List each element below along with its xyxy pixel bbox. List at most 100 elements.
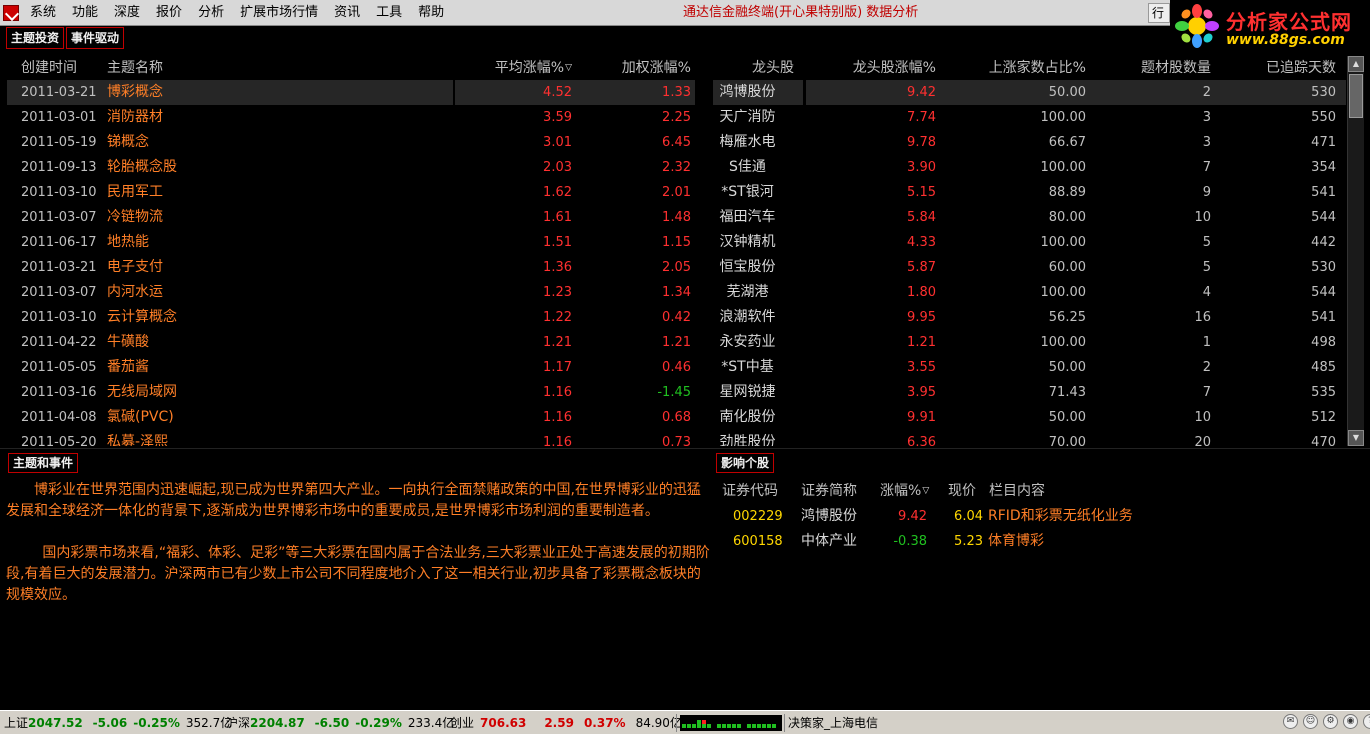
cell-theme-name[interactable]: 内河水运 bbox=[107, 280, 163, 305]
scroll-thumb[interactable] bbox=[1349, 74, 1363, 118]
table-row[interactable]: 2011-04-08 氯碱(PVC) 1.16 0.68 南化股份 9.91 50.00 10… bbox=[0, 405, 1346, 430]
col-header-up-ratio[interactable]: 上涨家数占比% bbox=[989, 56, 1086, 80]
table-scrollbar[interactable]: ▲ ▼ bbox=[1347, 56, 1364, 446]
app-logo-icon[interactable] bbox=[3, 5, 19, 21]
stock-name[interactable]: 中体产业 bbox=[801, 529, 857, 554]
col-header-leader-pct[interactable]: 龙头股涨幅% bbox=[853, 56, 936, 80]
cell-theme-name[interactable]: 氯碱(PVC) bbox=[107, 405, 174, 430]
col-header-date[interactable]: 创建时间 bbox=[21, 56, 77, 80]
table-row[interactable]: 2011-05-05 番茄酱 1.17 0.46 *ST中基 3.55 50.00 2 485 bbox=[0, 355, 1346, 380]
cell-leader-stock[interactable]: 星网锐捷 bbox=[700, 380, 795, 405]
menu-news[interactable]: 资讯 bbox=[326, 0, 368, 26]
stock-col-topic[interactable]: 栏目内容 bbox=[989, 480, 1045, 502]
cell-avg-pct: 1.62 bbox=[543, 185, 572, 200]
smile-icon[interactable]: ☺ bbox=[1303, 714, 1318, 729]
scroll-down-icon[interactable]: ▼ bbox=[1348, 430, 1364, 446]
cell-theme-name[interactable]: 无线局域网 bbox=[107, 380, 177, 405]
col-header-wgt[interactable]: 加权涨幅% bbox=[622, 56, 691, 80]
connection-icon[interactable]: ◉ bbox=[1343, 714, 1358, 729]
menu-ext-market[interactable]: 扩展市场行情 bbox=[232, 0, 326, 26]
table-row[interactable]: 2011-03-07 冷链物流 1.61 1.48 福田汽车 5.84 80.00 10 544 bbox=[0, 205, 1346, 230]
menu-tools[interactable]: 工具 bbox=[368, 0, 410, 26]
cell-leader-stock[interactable]: 永安药业 bbox=[700, 330, 795, 355]
cell-theme-name[interactable]: 电子支付 bbox=[107, 255, 163, 280]
cell-leader-stock[interactable]: *ST银河 bbox=[700, 180, 795, 205]
stock-col-price[interactable]: 现价 bbox=[948, 480, 976, 502]
menu-quote[interactable]: 报价 bbox=[148, 0, 190, 26]
table-row[interactable]: 2011-09-13 轮胎概念股 2.03 2.32 S佳通 3.90 100.00 7 354 bbox=[0, 155, 1346, 180]
table-row[interactable]: 2011-06-17 地热能 1.51 1.15 汉钟精机 4.33 100.00 5 442 bbox=[0, 230, 1346, 255]
stock-col-name[interactable]: 证券简称 bbox=[801, 480, 857, 502]
stock-col-code[interactable]: 证券代码 bbox=[722, 480, 778, 502]
cell-date: 2011-03-21 bbox=[21, 85, 97, 100]
cell-leader-stock[interactable]: 芜湖港 bbox=[700, 280, 795, 305]
table-row[interactable]: 2011-05-19 锑概念 3.01 6.45 梅雁水电 9.78 66.67 3 471 bbox=[0, 130, 1346, 155]
table-row[interactable]: 2011-03-21 电子支付 1.36 2.05 恒宝股份 5.87 60.00 5 530 bbox=[0, 255, 1346, 280]
tab-theme-and-event[interactable]: 主题和事件 bbox=[8, 453, 79, 473]
tab-theme-investment[interactable]: 主题投资 bbox=[6, 27, 65, 49]
index-hushen[interactable]: 沪深2204.87 -6.50 -0.29% 233.4亿 bbox=[226, 711, 460, 734]
table-row[interactable]: 2011-05-20 私募-泽熙 1.16 0.73 劲胜股份 6.36 70.00 20 47… bbox=[0, 430, 1346, 446]
stock-row[interactable]: 002229 鸿博股份 9.42 6.04 RFID和彩票无纸化业务 bbox=[715, 504, 1355, 529]
cell-tracked-days: 471 bbox=[1311, 135, 1336, 150]
cell-theme-name[interactable]: 锑概念 bbox=[107, 130, 149, 155]
cell-weighted-pct: 1.33 bbox=[662, 85, 691, 100]
cell-weighted-pct: 1.15 bbox=[662, 235, 691, 250]
sort-desc-icon: ▽ bbox=[565, 63, 572, 73]
cell-leader-stock[interactable]: 福田汽车 bbox=[700, 205, 795, 230]
cell-leader-stock[interactable]: 梅雁水电 bbox=[700, 130, 795, 155]
cell-leader-stock[interactable]: 天广消防 bbox=[700, 105, 795, 130]
table-row[interactable]: 2011-03-10 云计算概念 1.22 0.42 浪潮软件 9.95 56.25 16 54… bbox=[0, 305, 1346, 330]
tab-affected-stocks[interactable]: 影响个股 bbox=[716, 453, 775, 473]
cell-theme-name[interactable]: 轮胎概念股 bbox=[107, 155, 177, 180]
col-header-theme[interactable]: 主题名称 bbox=[107, 56, 163, 80]
cell-theme-name[interactable]: 博彩概念 bbox=[107, 80, 163, 105]
menu-help[interactable]: 帮助 bbox=[410, 0, 452, 26]
cell-stock-count: 10 bbox=[1194, 210, 1211, 225]
menu-system[interactable]: 系统 bbox=[22, 0, 64, 26]
settings-icon[interactable]: ⚙ bbox=[1323, 714, 1338, 729]
cell-theme-name[interactable]: 民用军工 bbox=[107, 180, 163, 205]
market-selector[interactable]: 行 bbox=[1148, 3, 1170, 23]
stock-row[interactable]: 600158 中体产业 -0.38 5.23 体育博彩 bbox=[715, 529, 1355, 554]
stock-col-pct[interactable]: 涨幅%▽ bbox=[880, 480, 929, 502]
menu-analysis[interactable]: 分析 bbox=[190, 0, 232, 26]
cell-tracked-days: 470 bbox=[1311, 435, 1336, 446]
scroll-up-icon[interactable]: ▲ bbox=[1348, 56, 1364, 72]
help-icon[interactable]: ? bbox=[1363, 714, 1370, 729]
cell-theme-name[interactable]: 私募-泽熙 bbox=[107, 430, 168, 446]
server-name[interactable]: 决策家_上海电信 bbox=[788, 711, 878, 734]
cell-theme-name[interactable]: 云计算概念 bbox=[107, 305, 177, 330]
notification-icon[interactable]: ✉ bbox=[1283, 714, 1298, 729]
index-chinext[interactable]: 创业 706.63 2.59 0.37% 84.90亿 bbox=[450, 711, 688, 734]
cell-theme-name[interactable]: 消防器材 bbox=[107, 105, 163, 130]
table-row[interactable]: 2011-03-16 无线局域网 1.16 -1.45 星网锐捷 3.95 71.43 7 53… bbox=[0, 380, 1346, 405]
table-row[interactable]: 2011-03-01 消防器材 3.59 2.25 天广消防 7.74 100.00 3 550 bbox=[0, 105, 1346, 130]
cell-leader-stock[interactable]: 汉钟精机 bbox=[700, 230, 795, 255]
cell-leader-stock[interactable]: 浪潮软件 bbox=[700, 305, 795, 330]
stock-name[interactable]: 鸿博股份 bbox=[801, 504, 857, 529]
table-row[interactable]: 2011-03-21 博彩概念 4.52 1.33 鸿博股份 9.42 50.00 2 530 bbox=[0, 80, 1346, 105]
menu-function[interactable]: 功能 bbox=[64, 0, 106, 26]
cell-leader-stock[interactable]: *ST中基 bbox=[700, 355, 795, 380]
col-header-tracked-days[interactable]: 已追踪天数 bbox=[1266, 56, 1336, 80]
cell-theme-name[interactable]: 牛磺酸 bbox=[107, 330, 149, 355]
cell-leader-stock[interactable]: 劲胜股份 bbox=[700, 430, 795, 446]
cell-theme-name[interactable]: 冷链物流 bbox=[107, 205, 163, 230]
cell-leader-stock[interactable]: 鸿博股份 bbox=[700, 80, 795, 105]
tab-event-driven[interactable]: 事件驱动 bbox=[66, 27, 125, 49]
cell-leader-stock[interactable]: 恒宝股份 bbox=[700, 255, 795, 280]
cell-theme-name[interactable]: 地热能 bbox=[107, 230, 149, 255]
menu-depth[interactable]: 深度 bbox=[106, 0, 148, 26]
cell-theme-name[interactable]: 番茄酱 bbox=[107, 355, 149, 380]
cell-leader-stock[interactable]: 南化股份 bbox=[700, 405, 795, 430]
cell-leader-pct: 3.95 bbox=[907, 385, 936, 400]
col-header-leader[interactable]: 龙头股 bbox=[752, 56, 794, 80]
col-header-avg[interactable]: 平均涨幅%▽ bbox=[495, 56, 572, 80]
index-shanghai[interactable]: 上证2047.52 -5.06 -0.25% 352.7亿 bbox=[4, 711, 238, 734]
col-header-stock-count[interactable]: 题材股数量 bbox=[1141, 56, 1211, 80]
table-row[interactable]: 2011-03-10 民用军工 1.62 2.01 *ST银河 5.15 88.89 9 541 bbox=[0, 180, 1346, 205]
cell-leader-stock[interactable]: S佳通 bbox=[700, 155, 795, 180]
table-row[interactable]: 2011-03-07 内河水运 1.23 1.34 芜湖港 1.80 100.00 4 544 bbox=[0, 280, 1346, 305]
table-row[interactable]: 2011-04-22 牛磺酸 1.21 1.21 永安药业 1.21 100.00 1 498 bbox=[0, 330, 1346, 355]
